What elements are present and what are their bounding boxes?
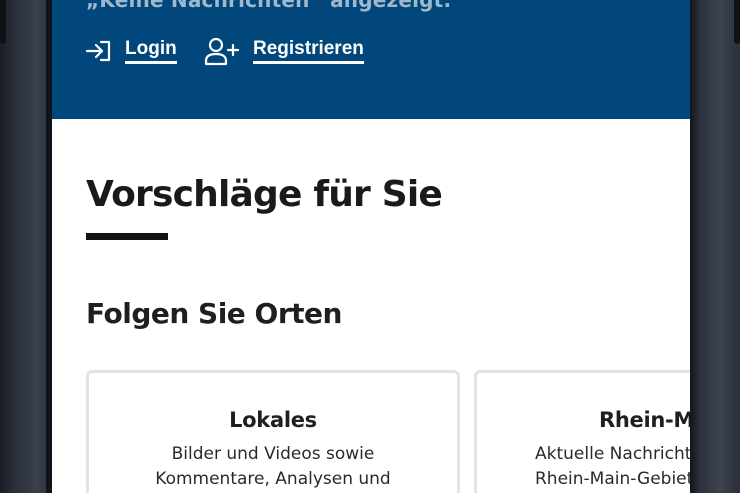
title-underline: [86, 233, 168, 240]
card-description: Bilder und Videos sowie Kommentare, Anal…: [89, 442, 457, 492]
card-line: Bilder und Videos sowie: [171, 444, 375, 464]
login-link[interactable]: Login: [85, 36, 177, 66]
header-partial-text: „Keine Nachrichten“ angezeigt.: [86, 0, 452, 12]
login-arrow-icon: [85, 39, 113, 63]
device-side-button-right: [734, 0, 740, 44]
account-header: „Keine Nachrichten“ angezeigt. Login Reg…: [52, 0, 690, 119]
device-frame-left: [0, 0, 52, 493]
place-card-lokales[interactable]: Lokales Bilder und Videos sowie Kommenta…: [86, 370, 460, 493]
register-link[interactable]: Registrieren: [204, 36, 364, 66]
app-screen: „Keine Nachrichten“ angezeigt. Login Reg…: [52, 0, 690, 493]
place-card-rhein-main[interactable]: Rhein-M Aktuelle Nachricht Rhein-Main-Ge…: [474, 370, 690, 493]
card-line: Aktuelle Nachricht: [535, 444, 690, 464]
device-side-button-left: [0, 0, 6, 44]
card-line: Rhein-Main-Gebiet: [535, 469, 690, 489]
card-title: Rhein-M: [599, 408, 690, 432]
user-plus-icon: [204, 36, 240, 66]
page-title: Vorschläge für Sie: [86, 174, 443, 215]
device-frame-right: [690, 0, 740, 493]
card-line: Kommentare, Analysen und: [155, 469, 391, 489]
section-subtitle: Folgen Sie Orten: [86, 297, 342, 330]
card-description: Aktuelle Nachricht Rhein-Main-Gebiet: [477, 442, 690, 492]
login-label: Login: [125, 38, 177, 64]
card-title: Lokales: [229, 408, 317, 432]
register-label: Registrieren: [253, 38, 364, 64]
